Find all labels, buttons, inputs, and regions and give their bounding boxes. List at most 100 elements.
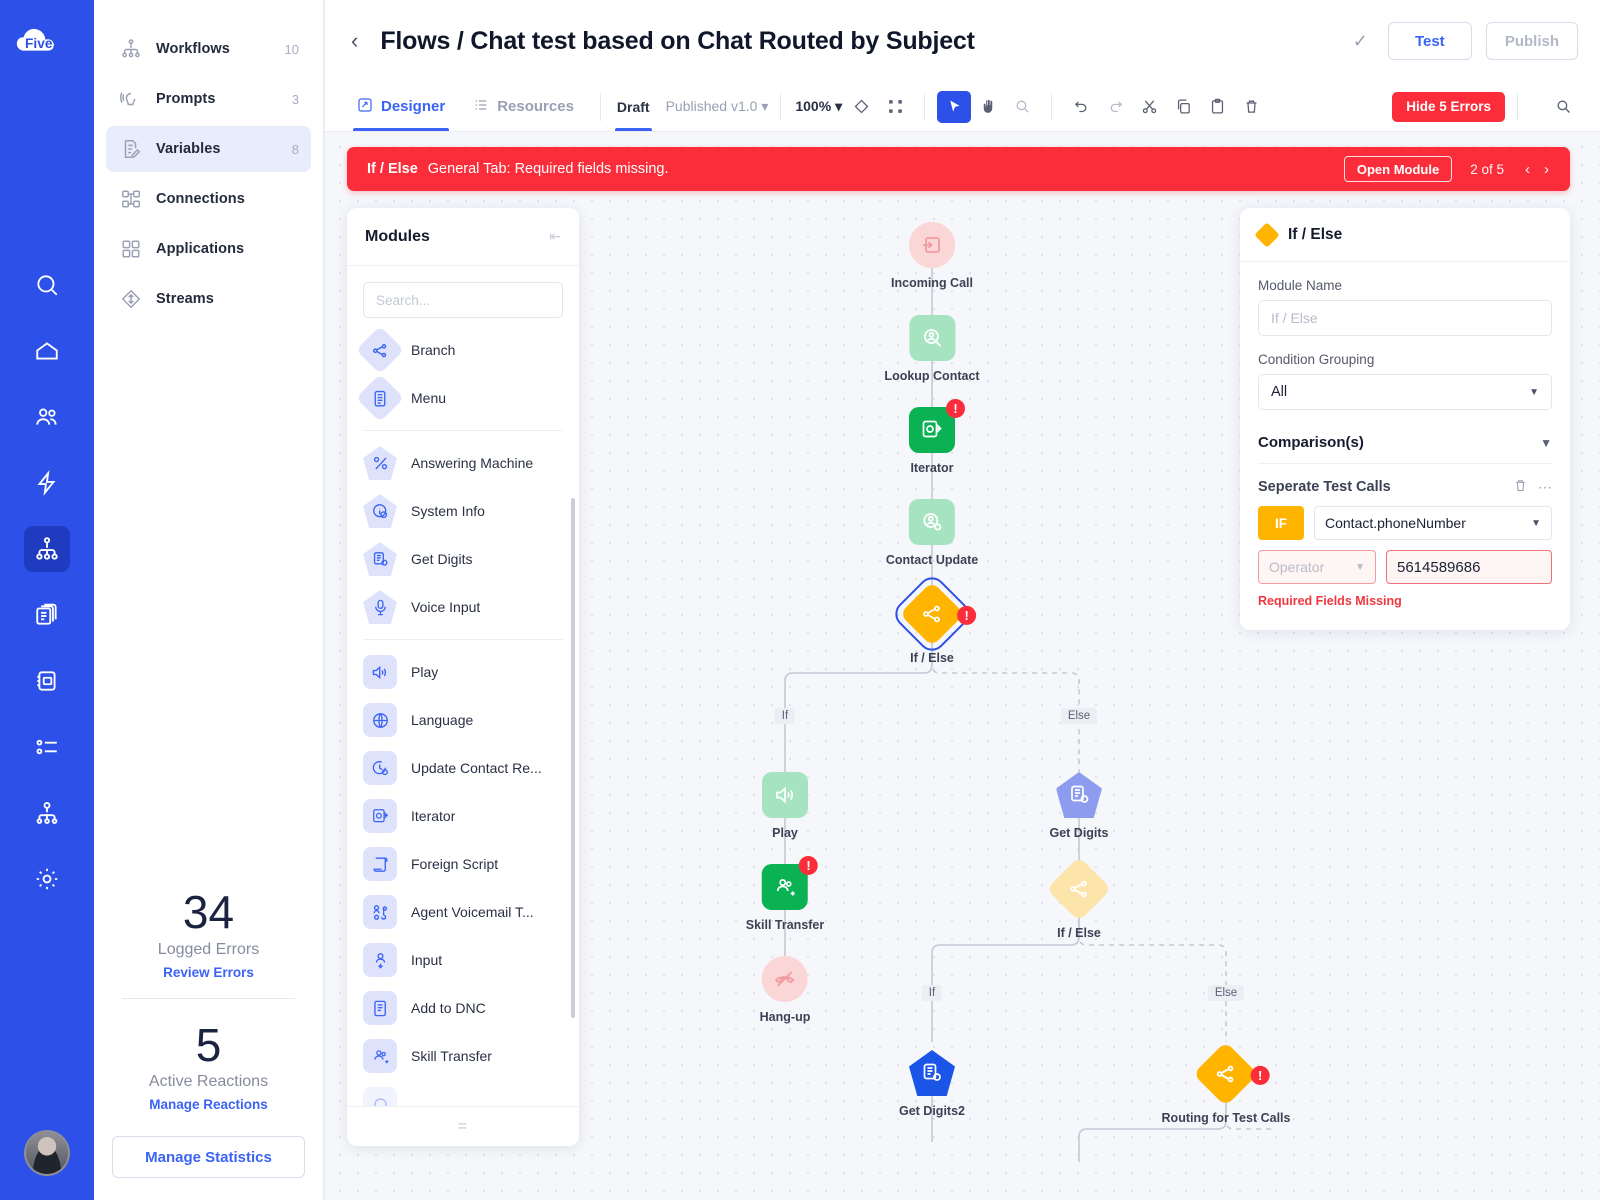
- rail-home-icon[interactable]: [24, 328, 70, 374]
- fit-diamond-icon[interactable]: [844, 91, 878, 123]
- module-item-input[interactable]: Input: [347, 936, 579, 984]
- cut-icon[interactable]: [1132, 91, 1166, 123]
- five9-logo[interactable]: Five9: [15, 22, 79, 62]
- sidebar-item-variables[interactable]: Variables 8: [106, 126, 311, 172]
- comparison-variable-select[interactable]: Contact.phoneNumber ▼: [1314, 506, 1552, 540]
- magnify-icon[interactable]: [1005, 91, 1039, 123]
- rail-library-icon[interactable]: [24, 592, 70, 638]
- stat-active-reactions: 5 Active Reactions Manage Reactions: [112, 1007, 305, 1122]
- flow-node-incoming-call[interactable]: Incoming Call: [891, 222, 973, 290]
- flow-node-if-else-selected[interactable]: ! If / Else: [889, 571, 977, 665]
- flow-node-routing-for-test-calls[interactable]: ! Routing for Test Calls: [1162, 1041, 1290, 1125]
- flow-node-skill-transfer[interactable]: ! Skill Transfer: [746, 856, 824, 932]
- error-module-name: If / Else: [367, 161, 418, 177]
- sidebar-item-prompts[interactable]: Prompts 3: [106, 76, 311, 122]
- draft-state[interactable]: Draft: [613, 82, 654, 131]
- manage-statistics-button[interactable]: Manage Statistics: [112, 1136, 305, 1178]
- comparison-row-header: Seperate Test Calls ⋯: [1258, 464, 1552, 506]
- open-module-button[interactable]: Open Module: [1343, 156, 1453, 182]
- module-item-partial[interactable]: [347, 1080, 579, 1106]
- paste-icon[interactable]: [1200, 91, 1234, 123]
- sidebar-item-workflows[interactable]: Workflows 10: [106, 26, 311, 72]
- test-button[interactable]: Test: [1387, 22, 1472, 60]
- condition-grouping-select[interactable]: All ▼: [1258, 374, 1552, 410]
- flow-node-if-else-2[interactable]: If / Else: [1046, 856, 1112, 940]
- module-item-skill-transfer[interactable]: Skill Transfer: [347, 1032, 579, 1080]
- more-icon[interactable]: ⋯: [1538, 479, 1552, 496]
- next-error-button[interactable]: ›: [1537, 161, 1556, 178]
- chevron-left-icon[interactable]: ‹: [343, 30, 366, 52]
- flow-canvas[interactable]: If / Else General Tab: Required fields m…: [325, 132, 1600, 1200]
- modules-title: Modules: [365, 227, 430, 245]
- rail-flows-icon[interactable]: [24, 526, 70, 572]
- redo-icon[interactable]: [1098, 91, 1132, 123]
- tab-designer[interactable]: Designer: [343, 82, 459, 131]
- sidebar-item-streams[interactable]: Streams: [106, 276, 311, 322]
- zoom-level[interactable]: 100% ▾: [795, 98, 842, 115]
- sidebar-item-connections[interactable]: Connections: [106, 176, 311, 222]
- flow-node-play[interactable]: Play: [762, 772, 808, 840]
- canvas-search-icon[interactable]: [1546, 91, 1580, 123]
- module-item-play[interactable]: Play: [347, 648, 579, 696]
- copy-icon[interactable]: [1166, 91, 1200, 123]
- publish-button[interactable]: Publish: [1485, 22, 1578, 60]
- resources-icon: [473, 97, 489, 117]
- hide-errors-button[interactable]: Hide 5 Errors: [1392, 91, 1505, 122]
- modules-resize-handle[interactable]: =: [347, 1106, 579, 1146]
- modules-scrollbar[interactable]: [571, 498, 575, 1018]
- module-item-menu[interactable]: Menu: [347, 373, 579, 423]
- node-label: Contact Update: [885, 553, 979, 567]
- review-errors-link[interactable]: Review Errors: [112, 965, 305, 980]
- flow-node-contact-update[interactable]: Contact Update: [886, 499, 978, 567]
- manage-reactions-link[interactable]: Manage Reactions: [112, 1097, 305, 1112]
- tab-designer-label: Designer: [381, 98, 446, 115]
- operator-select[interactable]: Operator ▼: [1258, 550, 1376, 584]
- undo-icon[interactable]: [1064, 91, 1098, 123]
- module-item-iterator[interactable]: Iterator: [347, 792, 579, 840]
- delete-icon[interactable]: [1234, 91, 1268, 123]
- flow-node-lookup-contact[interactable]: Lookup Contact: [884, 315, 980, 383]
- module-item-branch[interactable]: Branch: [347, 326, 579, 375]
- modules-list[interactable]: Branch Menu Answering Machine System Inf…: [347, 326, 579, 1106]
- flow-node-hang-up[interactable]: Hang-up: [760, 956, 810, 1024]
- module-item-get-digits[interactable]: Get Digits: [347, 535, 579, 583]
- module-item-agent-voicemail-transfer[interactable]: Agent Voicemail T...: [347, 888, 579, 936]
- rail-org-icon[interactable]: [24, 790, 70, 836]
- module-item-language[interactable]: Language: [347, 696, 579, 744]
- module-item-foreign-script[interactable]: Foreign Script: [347, 840, 579, 888]
- rail-settings-icon[interactable]: [24, 856, 70, 902]
- user-avatar[interactable]: [24, 1130, 70, 1176]
- rail-automation-icon[interactable]: [24, 460, 70, 506]
- sidebar-item-applications[interactable]: Applications: [106, 226, 311, 272]
- module-name-input[interactable]: [1258, 300, 1552, 336]
- tab-resources[interactable]: Resources: [459, 82, 588, 131]
- module-item-add-to-dnc[interactable]: Add to DNC: [347, 984, 579, 1032]
- rail-lists-icon[interactable]: [24, 724, 70, 770]
- flow-node-iterator[interactable]: ! Iterator: [909, 399, 965, 475]
- module-item-system-info[interactable]: System Info: [347, 487, 579, 535]
- prev-error-button[interactable]: ‹: [1518, 161, 1537, 178]
- cursor-icon[interactable]: [937, 90, 972, 123]
- rail-search-icon[interactable]: [24, 262, 70, 308]
- comparisons-section-header[interactable]: Comparison(s) ▼: [1258, 426, 1552, 464]
- designer-toolbar: Designer Resources Draft Published v1.0 …: [325, 82, 1600, 132]
- hand-icon[interactable]: [971, 91, 1005, 123]
- rail-icon-list: [24, 262, 70, 902]
- fullscreen-icon[interactable]: [878, 91, 912, 123]
- flow-node-get-digits2[interactable]: ! Get Digits2: [899, 1050, 965, 1118]
- toolbar-divider: [780, 92, 782, 121]
- module-item-update-contact-record[interactable]: Update Contact Re...: [347, 744, 579, 792]
- published-version[interactable]: Published v1.0 ▾: [666, 98, 769, 115]
- properties-body: Module Name Condition Grouping All ▼ Com…: [1240, 262, 1570, 630]
- trash-icon[interactable]: [1513, 478, 1528, 496]
- search-input[interactable]: [363, 282, 563, 318]
- sidebar-count: 3: [291, 91, 299, 107]
- rail-contacts-icon[interactable]: [24, 394, 70, 440]
- flow-node-get-digits[interactable]: Get Digits: [1049, 772, 1109, 840]
- collapse-left-icon[interactable]: ⇤: [549, 228, 561, 245]
- rail-directory-icon[interactable]: [24, 658, 70, 704]
- comparison-name: Seperate Test Calls: [1258, 479, 1391, 495]
- comparison-value-input[interactable]: 5614589686: [1386, 550, 1552, 584]
- module-item-answering-machine[interactable]: Answering Machine: [347, 439, 579, 487]
- module-item-voice-input[interactable]: Voice Input: [347, 583, 579, 631]
